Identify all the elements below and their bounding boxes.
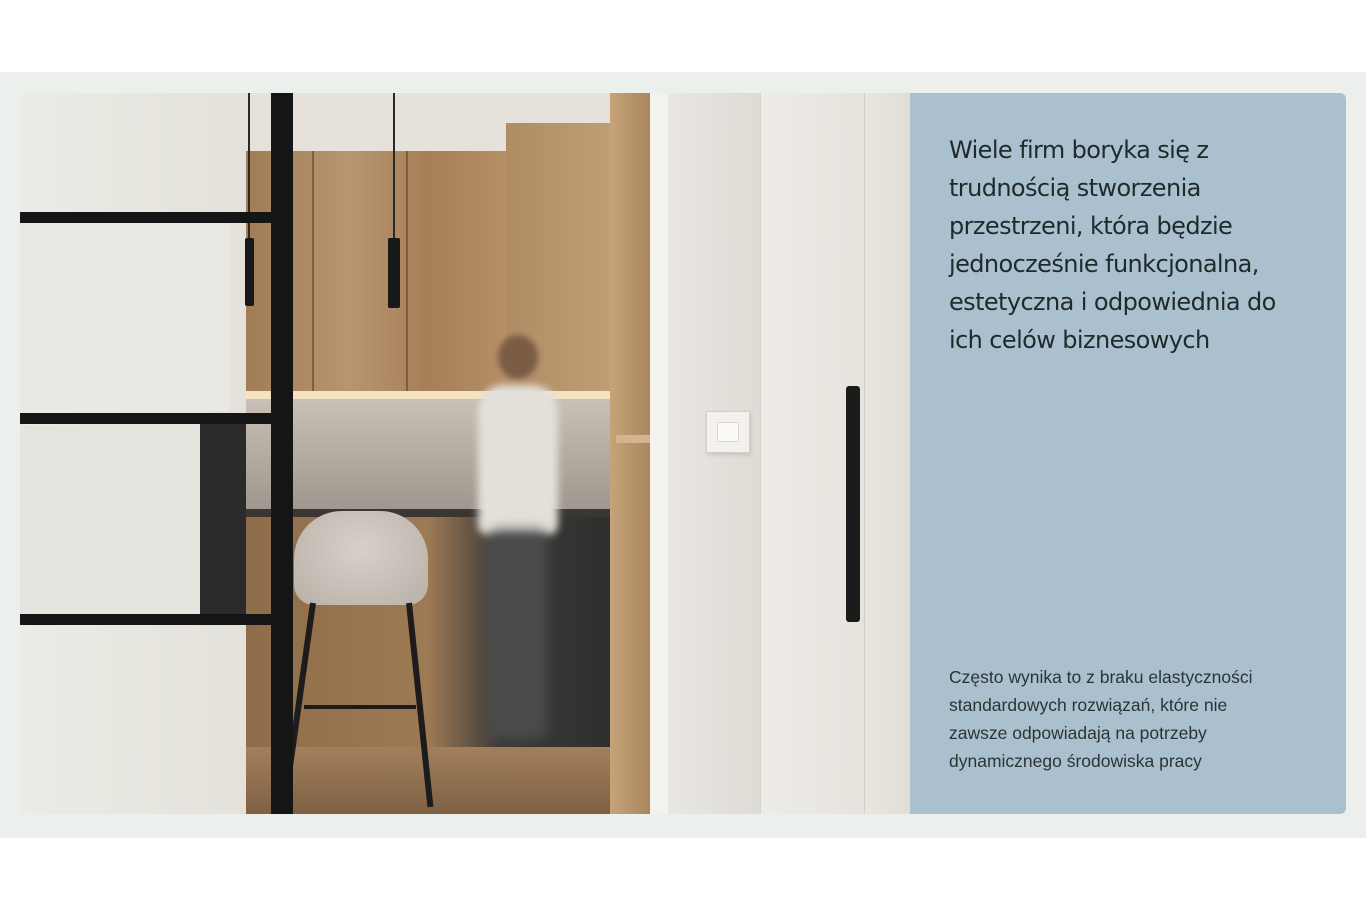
cabinet-seam-1 xyxy=(312,151,314,391)
partition-rail-top xyxy=(20,212,293,223)
shelf-column xyxy=(610,93,650,814)
door-frame xyxy=(650,93,668,814)
light-switch-rocker xyxy=(717,422,739,442)
person-torso xyxy=(478,385,558,535)
section-description: Często wynika to z braku elastyczności s… xyxy=(949,667,1253,771)
section-headline: Wiele firm boryka się z trudnością stwor… xyxy=(949,136,1276,354)
pendant-lamp-1 xyxy=(245,238,254,306)
interior-photo xyxy=(20,93,910,814)
partition-post xyxy=(271,93,293,814)
frosted-pane-top xyxy=(20,221,230,411)
pendant-cord-2 xyxy=(393,93,395,238)
frosted-pane-bottom xyxy=(20,425,200,615)
person-head xyxy=(498,335,538,379)
cabinet-seam-2 xyxy=(406,151,408,391)
text-panel: Wiele firm boryka się z trudnością stwor… xyxy=(910,93,1346,814)
stool-seat xyxy=(294,511,428,605)
person-legs xyxy=(488,529,548,739)
partition-rail-bottom xyxy=(20,614,293,625)
pendant-lamp-2 xyxy=(388,238,400,308)
feature-card: Wiele firm boryka się z trudnością stwor… xyxy=(20,93,1346,814)
right-wall xyxy=(668,93,760,814)
stool-ring xyxy=(304,705,416,709)
under-cabinet-light xyxy=(246,391,610,399)
wardrobe-door-edge xyxy=(864,93,910,814)
partition-rail-middle xyxy=(20,413,293,424)
wardrobe-handle xyxy=(846,386,860,622)
shelf xyxy=(616,435,650,443)
